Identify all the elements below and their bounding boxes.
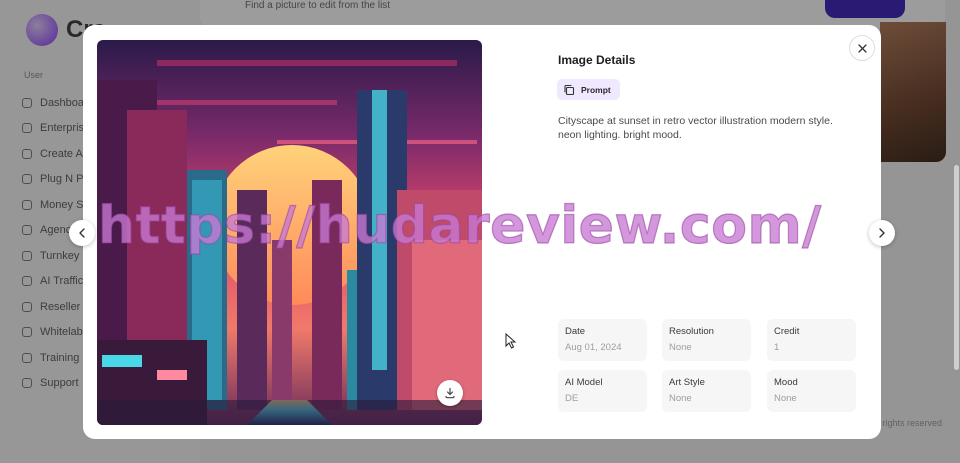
download-icon [445,387,455,399]
meta-label: Art Style [669,377,705,388]
chevron-left-icon [79,228,85,238]
meta-card-date: Date Aug 01, 2024 [558,319,647,361]
close-icon [857,43,867,53]
meta-card-mood: Mood None [767,370,856,412]
watermark-text: https://hudareview.com/ [97,195,822,256]
meta-value: None [669,393,692,404]
download-button[interactable] [437,380,463,406]
prompt-text: Cityscape at sunset in retro vector illu… [558,115,833,141]
prompt-tab-label: Prompt [581,84,611,95]
meta-label: Mood [774,377,798,388]
meta-value: Aug 01, 2024 [565,342,622,353]
chevron-right-icon [879,228,885,238]
prompt-tab[interactable]: Prompt [557,79,620,100]
scrollbar[interactable] [954,165,959,370]
meta-label: AI Model [565,377,603,388]
meta-value: None [774,393,797,404]
copy-icon [564,84,575,95]
meta-value: None [669,342,692,353]
close-button[interactable] [849,35,875,61]
previous-image-button[interactable] [69,220,95,246]
meta-card-art-style: Art Style None [662,370,751,412]
details-title: Image Details [558,53,636,67]
mouse-cursor-icon [505,333,517,349]
meta-card-credit: Credit 1 [767,319,856,361]
meta-value: 1 [774,342,780,353]
meta-label: Resolution [669,326,714,337]
meta-card-ai-model: AI Model DE [558,370,647,412]
meta-label: Date [565,326,586,337]
next-image-button[interactable] [869,220,895,246]
meta-value: DE [565,393,579,404]
meta-card-resolution: Resolution None [662,319,751,361]
meta-label: Credit [774,326,800,337]
